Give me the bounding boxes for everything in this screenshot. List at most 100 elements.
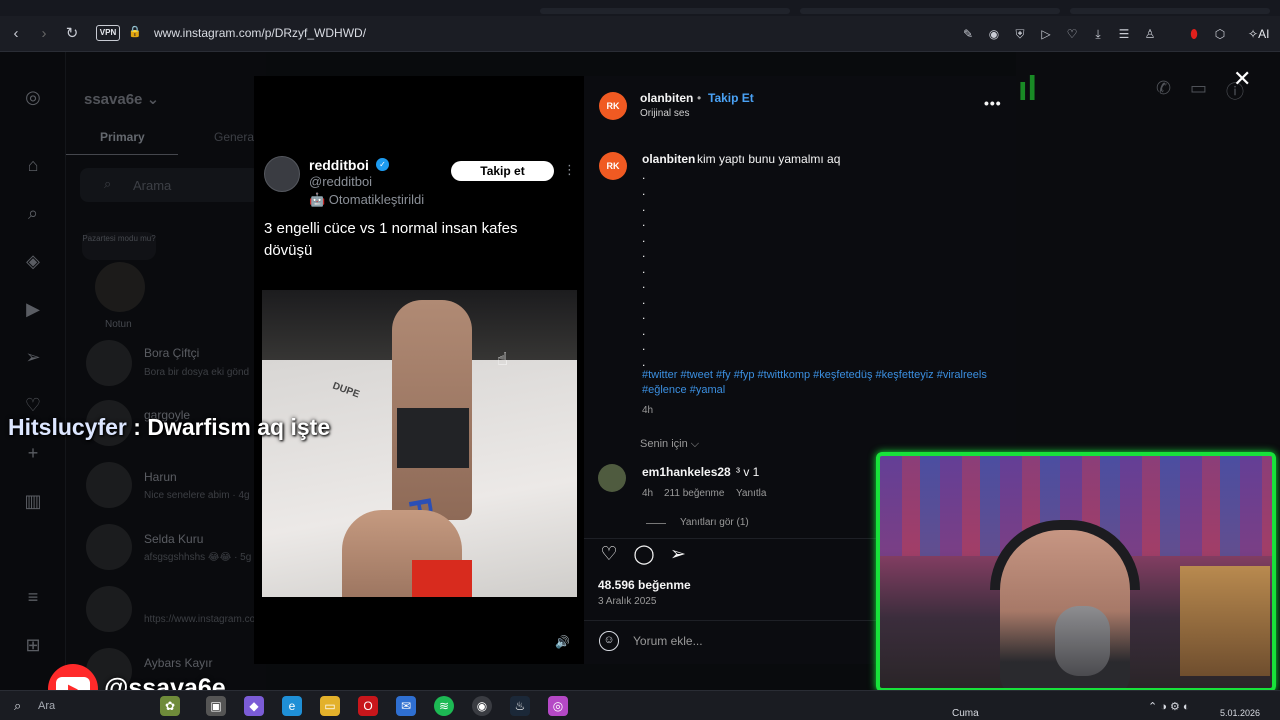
close-icon[interactable]: ✕ [1233,66,1251,92]
edge-icon[interactable]: e [282,696,302,716]
profile-icon[interactable]: ♙ [1142,26,1158,42]
comment-input[interactable]: Yorum ekle... [633,634,703,648]
browser-tab[interactable] [540,8,790,14]
copilot-icon[interactable]: ◆ [244,696,264,716]
avatar[interactable]: RK [599,92,627,120]
system-tray-icon[interactable]: ⌃ ◑ ⚙ ◐ [1148,700,1190,713]
like-icon[interactable]: ♡ [597,543,621,567]
avatar [264,156,300,192]
taskbar-search[interactable]: Ara [38,700,55,712]
webcam-shelf [1180,566,1270,676]
caption-hashtags[interactable]: #twitter #tweet #fy #fyp #twittkomp #keş… [642,368,992,398]
share-icon[interactable]: ➢ [666,543,690,567]
shield-icon[interactable]: ⛨ [1012,26,1028,42]
caption-dot: . [642,246,646,260]
tweet-author-handle: @redditboi [309,174,373,189]
comment-sort-dropdown[interactable]: Senin için ⌵ [640,438,699,451]
mail-icon[interactable]: ✉ [396,696,416,716]
ai-button[interactable]: ✧AI [1248,24,1278,44]
steam-icon[interactable]: ♨ [510,696,530,716]
clip-shorts-dark [397,408,469,468]
reply-button[interactable]: Yanıtla [736,488,766,499]
opera-icon[interactable]: ⬮ [1186,26,1202,42]
webcam-overlay [876,452,1276,692]
taskbar-widgets-icon[interactable]: ✿ [160,696,180,716]
folder-icon[interactable]: ▭ [320,696,340,716]
taskbar-date[interactable]: 5.01.2026 [1220,708,1260,718]
caption-username[interactable]: olanbiten [642,152,695,166]
stream-chat-message: Hitslucyfer : Dwarfism aq işte [8,414,330,446]
windows-taskbar [0,690,1280,720]
caption-dot: . [642,231,646,245]
caption-dot: . [642,168,646,182]
opera-gx-icon[interactable]: O [358,696,378,716]
comment-text: ³ v 1 [736,465,760,479]
browser-tab[interactable] [1070,8,1270,14]
verified-badge-icon: ✓ [376,158,389,171]
url-field[interactable]: www.instagram.com/p/DRzyf_WDHWD/ [154,26,366,40]
follow-button[interactable]: Takip Et [708,91,754,105]
reload-icon[interactable]: ↻ [62,24,82,44]
post-date: 3 Aralık 2025 [598,596,657,607]
obs-icon[interactable]: ◉ [472,696,492,716]
taskbar-app-icon[interactable]: ▣ [206,696,226,716]
hand-cursor-icon: ☝ [497,349,508,369]
caption-dot: . [642,355,646,369]
menu-icon[interactable]: ☰ [1116,26,1132,42]
forward-icon[interactable]: › [34,24,54,44]
back-icon[interactable]: ‹ [6,24,26,44]
caption-dot: . [642,339,646,353]
spotify-icon[interactable]: ≋ [434,696,454,716]
browser-tab-strip [0,0,1280,16]
extensions-icon[interactable]: ⬡ [1212,26,1228,42]
view-replies-button[interactable]: Yanıtları gör (1) [680,517,749,528]
caption-dot: . [642,200,646,214]
search-icon[interactable]: ⌕ [14,698,21,714]
avatar[interactable]: RK [599,152,627,180]
comment-username[interactable]: em1hankeles28 [642,465,731,479]
browser-tab[interactable] [800,8,1060,14]
caption-dot: . [642,293,646,307]
tweet-text: 3 engelli cüce vs 1 normal insan kafes d… [264,220,518,259]
chat-text: Dwarfism aq işte [147,414,331,440]
lock-icon[interactable]: 🔒 [128,25,142,38]
instagram-app-icon[interactable]: ◎ [548,696,568,716]
post-audio-link[interactable]: Orijinal ses [640,108,689,119]
caption-time: 4h [642,405,654,416]
camera-icon[interactable]: ◉ [986,26,1002,42]
avatar[interactable] [598,464,626,492]
more-options-icon[interactable]: ••• [984,95,1002,111]
tweet-author-name: redditboi [309,157,369,173]
caption-dot: . [642,184,646,198]
play-icon[interactable]: ▷ [1038,26,1054,42]
post-separator: • [697,91,702,105]
webcam-microphone [1055,606,1110,676]
caption-dot: . [642,324,646,338]
comment-time: 4h [642,488,654,499]
likes-count[interactable]: 48.596 beğenme [598,578,691,592]
volume-icon[interactable]: 🔊 [555,635,570,649]
more-icon: ⋮ [563,162,576,177]
emoji-icon[interactable]: ☺ [599,631,619,651]
taskbar-day: Cuma [952,708,979,719]
comment-icon[interactable]: ◯ [632,543,656,567]
caption-dot: . [642,277,646,291]
chat-username: Hitslucyfer [8,414,127,440]
edit-icon[interactable]: ✎ [960,26,976,42]
tweet-automated-label: 🤖 Otomatikleştirildi [309,192,425,207]
ai-label: AI [1258,27,1270,41]
replies-divider [646,523,666,524]
caption-dot: . [642,215,646,229]
download-icon[interactable]: ⤓ [1090,26,1106,42]
tweet-follow-button: Takip et [451,161,554,181]
comment-likes[interactable]: 211 beğenme [664,488,724,499]
caption-dot: . [642,262,646,276]
vpn-badge[interactable]: VPN [96,25,120,41]
browser-address-bar: ‹ › ↻ VPN 🔒 www.instagram.com/p/DRzyf_WD… [0,16,1280,52]
clip-shorts-red [412,560,472,597]
heart-icon[interactable]: ♡ [1064,26,1080,42]
post-username[interactable]: olanbiten [640,91,693,105]
caption-dot: . [642,308,646,322]
chat-separator: : [126,414,148,440]
caption-text: kim yaptı bunu yamalmı aq [697,152,841,166]
